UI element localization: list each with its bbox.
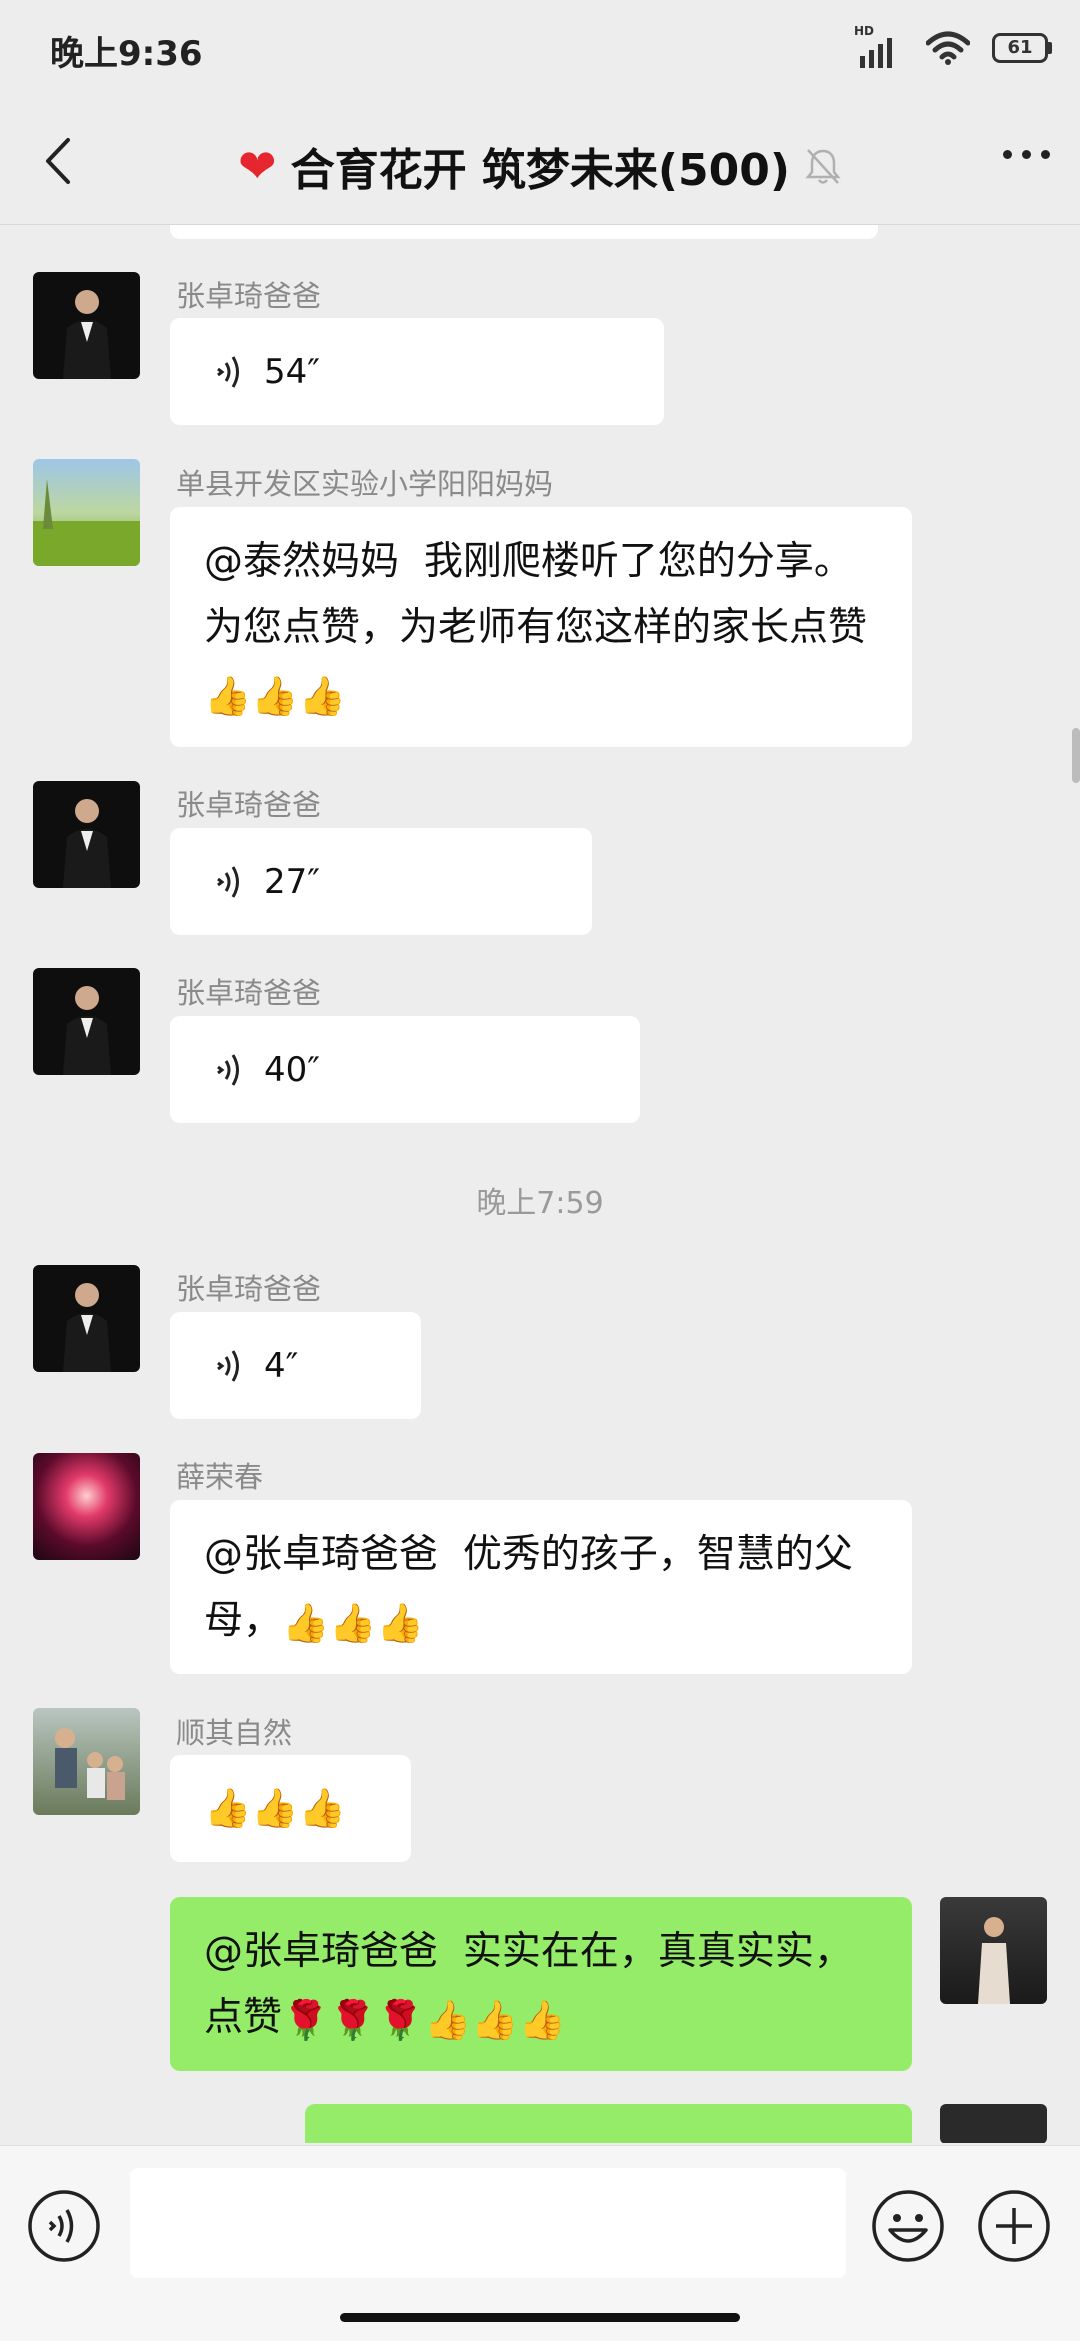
mention[interactable]: @张卓琦爸爸 — [204, 1929, 438, 1974]
voice-duration: 40″ — [264, 1049, 320, 1090]
emoji-message-bubble[interactable]: 👍👍👍 — [170, 1755, 411, 1862]
sender-name: 张卓琦爸爸 — [176, 279, 322, 313]
status-time: 晚上9:36 — [50, 34, 203, 74]
cell-signal-icon: HD — [854, 24, 904, 68]
wifi-icon — [926, 31, 970, 65]
partial-message-bubble — [170, 225, 878, 239]
hd-label: HD — [854, 24, 875, 38]
group-title[interactable]: 合育花开 筑梦未来(500) — [291, 134, 790, 198]
avatar[interactable] — [33, 781, 140, 888]
plus-icon[interactable] — [976, 2188, 1052, 2264]
voice-wave-icon — [217, 1349, 239, 1382]
avatar[interactable] — [33, 1265, 140, 1372]
voice-message-bubble[interactable]: 4″ — [170, 1312, 421, 1419]
avatar[interactable] — [33, 272, 140, 379]
voice-message-bubble[interactable]: 40″ — [170, 1016, 640, 1123]
voice-message-bubble[interactable]: 54″ — [170, 318, 664, 425]
chat-header: ❤ 合育花开 筑梦未来(500) — [0, 100, 1080, 225]
battery-icon: 61 — [992, 33, 1052, 63]
text-message-bubble[interactable]: @张卓琦爸爸 优秀的孩子，智慧的父母，👍👍👍 — [170, 1500, 912, 1674]
sender-name: 张卓琦爸爸 — [176, 1272, 322, 1306]
mention[interactable]: @张卓琦爸爸 — [204, 1532, 438, 1577]
mention[interactable]: @泰然妈妈 — [204, 539, 399, 584]
avatar[interactable] — [33, 968, 140, 1075]
own-avatar[interactable] — [940, 1897, 1047, 2004]
sender-name: 张卓琦爸爸 — [176, 976, 322, 1010]
title-wrap: ❤ 合育花开 筑梦未来(500) — [0, 134, 1080, 198]
home-indicator[interactable] — [340, 2313, 740, 2322]
chat-area[interactable]: 张卓琦爸爸 54″ 单县开发区实验小学阳阳妈妈 @泰然妈妈 我刚爬楼听了您的分享… — [0, 225, 1080, 2143]
battery-level: 61 — [992, 33, 1048, 63]
voice-wave-icon — [217, 355, 239, 388]
voice-wave-icon — [217, 865, 239, 898]
voice-duration: 27″ — [264, 861, 320, 902]
voice-input-toggle-icon[interactable] — [26, 2188, 102, 2264]
more-options-icon[interactable] — [1003, 150, 1050, 159]
voice-message-bubble[interactable]: 27″ — [170, 828, 592, 935]
emoji-icon[interactable] — [870, 2188, 946, 2264]
mute-bell-icon — [805, 149, 841, 184]
thumbs-up-emoji: 👍👍👍 — [282, 1600, 424, 1645]
voice-duration: 54″ — [264, 351, 320, 392]
status-icons: HD 61 — [854, 24, 1052, 68]
avatar[interactable] — [33, 1453, 140, 1560]
avatar[interactable] — [33, 459, 140, 566]
heart-icon: ❤ — [238, 139, 277, 193]
voice-wave-icon — [217, 1053, 239, 1086]
thumbs-up-emoji: 👍👍👍 — [204, 1785, 346, 1830]
thumbs-up-emoji: 👍👍👍 — [423, 1997, 566, 2042]
sender-name: 单县开发区实验小学阳阳妈妈 — [176, 467, 554, 501]
input-bar — [0, 2145, 1080, 2341]
thumbs-up-emoji: 👍👍👍 — [204, 673, 346, 718]
status-bar: 晚上9:36 HD 61 — [0, 0, 1080, 100]
own-text-message-bubble[interactable]: @张卓琦爸爸 实实在在，真真实实，点赞🌹🌹🌹👍👍👍 — [170, 1897, 912, 2071]
avatar[interactable] — [33, 1708, 140, 1815]
sender-name: 薛荣春 — [176, 1460, 264, 1494]
text-message-bubble[interactable]: @泰然妈妈 我刚爬楼听了您的分享。为您点赞，为老师有您这样的家长点赞👍👍👍 — [170, 507, 912, 747]
message-input[interactable] — [130, 2168, 846, 2278]
own-avatar — [940, 2104, 1047, 2143]
voice-duration: 4″ — [264, 1345, 299, 1386]
sender-name: 张卓琦爸爸 — [176, 788, 322, 822]
sender-name: 顺其自然 — [176, 1716, 293, 1750]
partial-message-bubble — [305, 2104, 912, 2143]
time-divider: 晚上7:59 — [476, 1186, 604, 1221]
rose-emoji: 🌹🌹🌹 — [282, 1997, 424, 2042]
scrollbar[interactable] — [1072, 728, 1080, 783]
